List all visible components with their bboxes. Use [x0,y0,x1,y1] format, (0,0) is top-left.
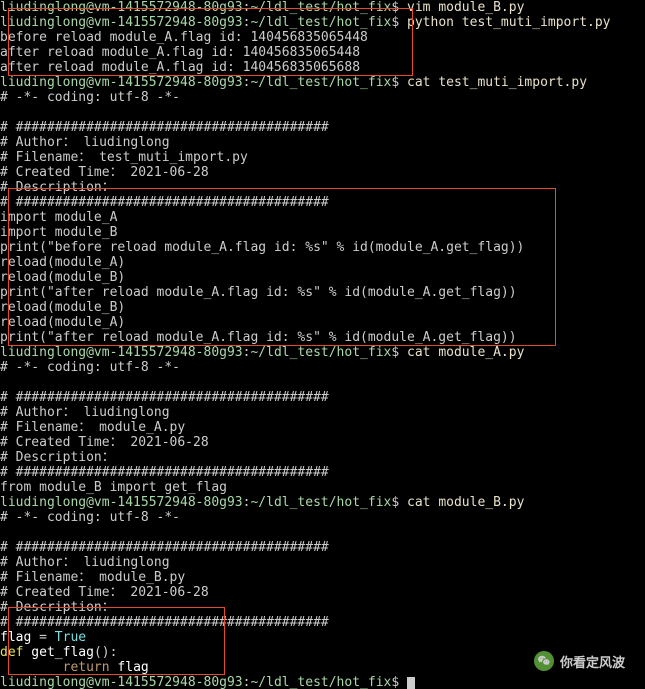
terminal-line: # ######################################… [0,465,645,480]
terminal-line: reload(module_A) [0,255,645,270]
terminal-line: # ######################################… [0,120,645,135]
terminal-line: liudinglong@vm-1415572948-80g93:~/ldl_te… [0,75,645,90]
terminal-line: # Description： [0,600,645,615]
terminal-line: # ######################################… [0,390,645,405]
terminal-line: # -*- coding: utf-8 -*- [0,510,645,525]
terminal-line: from module_B import get_flag [0,480,645,495]
terminal-line: # -*- coding: utf-8 -*- [0,90,645,105]
terminal-line: # Created Time： 2021-06-28 [0,435,645,450]
terminal-line: liudinglong@vm-1415572948-80g93:~/ldl_te… [0,675,645,689]
terminal-line: liudinglong@vm-1415572948-80g93:~/ldl_te… [0,495,645,510]
terminal-line: # Filename： module_A.py [0,420,645,435]
terminal-line [0,525,645,540]
terminal-line: after reload module_A.flag id: 140456835… [0,45,645,60]
terminal-line: flag = True [0,630,645,645]
terminal-line: # Filename： module_B.py [0,570,645,585]
terminal-line: # -*- coding: utf-8 -*- [0,360,645,375]
terminal-output: liudinglong@vm-1415572948-80g93:~/ldl_te… [0,0,645,689]
terminal-line: import module_A [0,210,645,225]
terminal-line: print("after reload module_A.flag id: %s… [0,285,645,300]
terminal-line: reload(module_B) [0,300,645,315]
terminal-line: # Filename： test_muti_import.py [0,150,645,165]
terminal-line: return flag [0,660,645,675]
terminal-line: after reload module_A.flag id: 140456835… [0,60,645,75]
terminal-line: liudinglong@vm-1415572948-80g93:~/ldl_te… [0,15,645,30]
terminal-line: # ######################################… [0,615,645,630]
terminal-line: def get_flag(): [0,645,645,660]
terminal-line: liudinglong@vm-1415572948-80g93:~/ldl_te… [0,0,645,15]
terminal-line: # Description： [0,450,645,465]
terminal-line: reload(module_A) [0,315,645,330]
terminal-line [0,375,645,390]
cursor[interactable] [407,677,415,689]
terminal-line: # ######################################… [0,540,645,555]
terminal-line: # Author： liudinglong [0,555,645,570]
terminal-line: reload(module_B) [0,270,645,285]
terminal-line: liudinglong@vm-1415572948-80g93:~/ldl_te… [0,345,645,360]
terminal-line: print("after reload module_A.flag id: %s… [0,330,645,345]
terminal-line: # Author： liudinglong [0,135,645,150]
terminal-line: import module_B [0,225,645,240]
terminal-line: # Author： liudinglong [0,405,645,420]
terminal-line: # ######################################… [0,195,645,210]
terminal-line: print("before reload module_A.flag id: %… [0,240,645,255]
terminal-line: # Description： [0,180,645,195]
terminal-line: # Created Time： 2021-06-28 [0,165,645,180]
terminal-line [0,105,645,120]
terminal-line: # Created Time： 2021-06-28 [0,585,645,600]
terminal-line: before reload module_A.flag id: 14045683… [0,30,645,45]
